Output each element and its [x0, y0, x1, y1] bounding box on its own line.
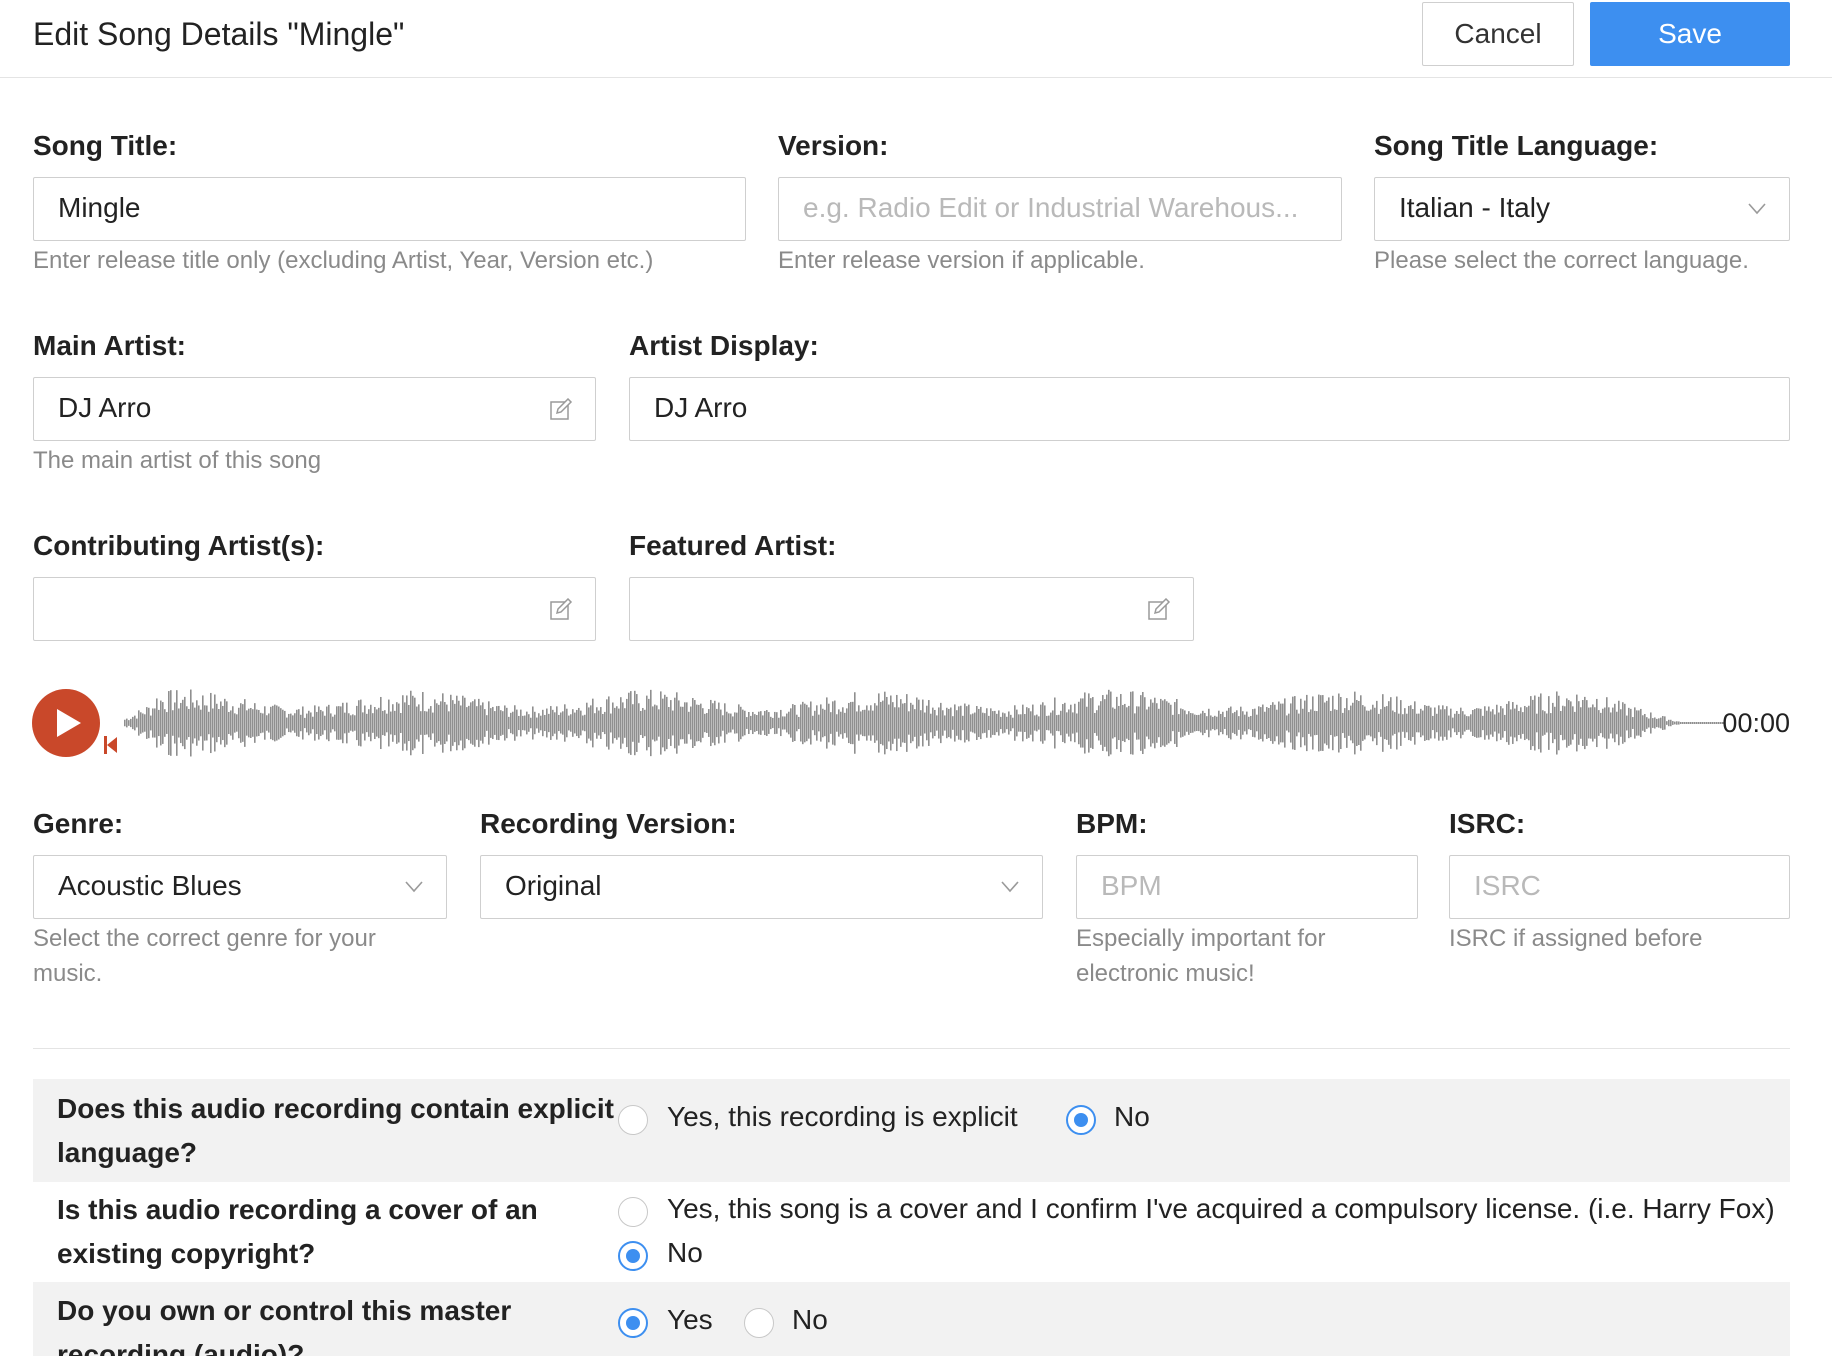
title-language-label: Song Title Language: [1374, 130, 1659, 161]
artist-display-value: DJ Arro [654, 392, 748, 423]
recording-version-label: Recording Version: [480, 808, 737, 839]
featured-artist-input[interactable] [629, 577, 1194, 641]
contributing-artist-input[interactable] [33, 577, 596, 641]
explicit-question-text: Does this audio recording contain explic… [57, 1093, 614, 1168]
play-button[interactable] [32, 689, 100, 757]
main-artist-help: The main artist of this song [33, 447, 322, 474]
explicit-no-radio[interactable] [1066, 1105, 1096, 1135]
version-label: Version: [778, 130, 889, 161]
title-language-select[interactable]: Italian - Italy [1374, 177, 1790, 241]
cover-question-text: Is this audio recording a cover of an ex… [57, 1194, 538, 1269]
master-question-text: Do you own or control this master record… [57, 1295, 512, 1356]
main-artist-input[interactable]: DJ Arro [33, 377, 596, 441]
song-title-label: Song Title: [33, 130, 178, 161]
genre-help: Select the correct genre for your music. [33, 925, 376, 987]
song-title-input[interactable]: Mingle [33, 177, 746, 241]
version-input[interactable]: e.g. Radio Edit or Industrial Warehous..… [778, 177, 1342, 241]
contributing-artist-label: Contributing Artist(s): [33, 530, 325, 561]
genre-value: Acoustic Blues [58, 870, 242, 901]
explicit-no-label[interactable]: No [1114, 1101, 1150, 1133]
recording-version-value: Original [505, 870, 602, 901]
bpm-help: Especially important for electronic musi… [1076, 925, 1326, 987]
featured-artist-label: Featured Artist: [629, 530, 837, 561]
explicit-question-row: Does this audio recording contain explic… [33, 1079, 1790, 1182]
playback-time: 00:00 [1722, 708, 1790, 738]
isrc-help: ISRC if assigned before [1449, 925, 1703, 952]
chevron-down-icon [1748, 203, 1766, 215]
playhead-marker-icon [104, 736, 117, 754]
isrc-placeholder: ISRC [1474, 870, 1541, 901]
edit-icon[interactable] [549, 398, 573, 422]
chevron-down-icon [405, 881, 423, 893]
waveform[interactable] [124, 686, 1724, 766]
master-no-label[interactable]: No [792, 1304, 828, 1336]
play-icon [57, 709, 81, 737]
genre-select[interactable]: Acoustic Blues [33, 855, 447, 919]
cover-yes-radio[interactable] [618, 1197, 648, 1227]
cover-question-row: Is this audio recording a cover of an ex… [33, 1182, 1790, 1282]
bpm-label: BPM: [1076, 808, 1148, 839]
isrc-label: ISRC: [1449, 808, 1526, 839]
bpm-input[interactable]: BPM [1076, 855, 1418, 919]
master-question-row: Do you own or control this master record… [33, 1282, 1790, 1356]
cover-no-label[interactable]: No [667, 1237, 703, 1269]
master-yes-radio[interactable] [618, 1308, 648, 1338]
audio-player: 00:00 [30, 686, 1790, 766]
title-language-value: Italian - Italy [1399, 192, 1550, 223]
master-yes-label[interactable]: Yes [667, 1304, 713, 1336]
edit-icon[interactable] [1147, 598, 1171, 622]
explicit-yes-label[interactable]: Yes, this recording is explicit [667, 1101, 1018, 1133]
version-help: Enter release version if applicable. [778, 247, 1145, 274]
main-artist-label: Main Artist: [33, 330, 186, 361]
song-title-help: Enter release title only (excluding Arti… [33, 247, 654, 274]
master-no-radio[interactable] [744, 1308, 774, 1338]
main-artist-value: DJ Arro [58, 392, 152, 423]
edit-icon[interactable] [549, 598, 573, 622]
title-language-help: Please select the correct language. [1374, 247, 1749, 274]
explicit-yes-radio[interactable] [618, 1105, 648, 1135]
cover-yes-label[interactable]: Yes, this song is a cover and I confirm … [667, 1193, 1775, 1225]
cover-no-radio[interactable] [618, 1241, 648, 1271]
version-placeholder: e.g. Radio Edit or Industrial Warehous..… [803, 192, 1299, 223]
genre-label: Genre: [33, 808, 124, 839]
page-title: Edit Song Details "Mingle" [33, 16, 405, 52]
isrc-input[interactable]: ISRC [1449, 855, 1790, 919]
chevron-down-icon [1001, 881, 1019, 893]
song-title-value: Mingle [58, 192, 141, 223]
cancel-button[interactable]: Cancel [1422, 2, 1574, 66]
recording-version-select[interactable]: Original [480, 855, 1043, 919]
bpm-placeholder: BPM [1101, 870, 1162, 901]
artist-display-label: Artist Display: [629, 330, 819, 361]
divider [33, 1048, 1790, 1049]
save-button[interactable]: Save [1590, 2, 1790, 66]
header-bar: Edit Song Details "Mingle" Cancel Save [0, 0, 1832, 78]
artist-display-input[interactable]: DJ Arro [629, 377, 1790, 441]
